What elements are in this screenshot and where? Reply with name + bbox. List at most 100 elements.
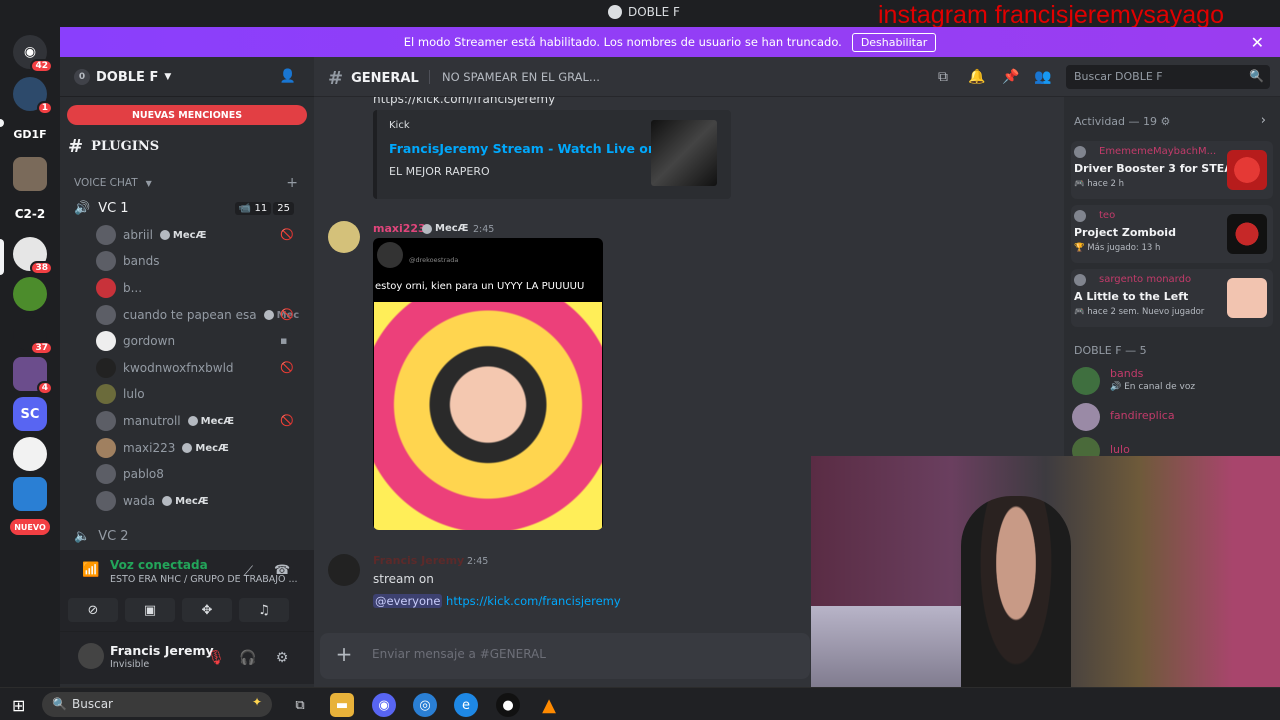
taskbar-search[interactable]: 🔍 Buscar ✦ (42, 692, 272, 717)
embed-description: EL MEJOR RAPERO (389, 165, 490, 178)
voice-status[interactable]: Voz conectada (110, 558, 208, 572)
voice-user[interactable]: b... (96, 276, 306, 300)
server-rail: ◉ 42 1 GD1F C2-2 38 37 4 SC NUEVO (0, 27, 60, 687)
voice-user[interactable]: abriil MecÆ 🚫 (96, 223, 306, 247)
message-link[interactable]: https://kick.com/francisjeremy (446, 594, 621, 608)
threads-icon[interactable]: ⧉ (934, 68, 952, 86)
voice-user[interactable]: wada MecÆ (96, 489, 306, 513)
chevron-right-icon[interactable]: › (1261, 113, 1266, 128)
voice-channel-vc2[interactable]: 🔈 VC 2 (74, 524, 314, 548)
avatar[interactable] (328, 554, 360, 586)
image-attachment[interactable]: @drekoestrada estoy orni, kien para un U… (373, 238, 603, 530)
server-icon[interactable]: C2-2 (13, 197, 47, 231)
avatar[interactable] (328, 221, 360, 253)
vlc-icon[interactable]: ▲ (537, 693, 561, 717)
message-content: @everyone https://kick.com/francisjeremy (373, 594, 621, 608)
server-icon[interactable]: 4 (13, 357, 53, 395)
activity-card[interactable]: sargento monardo A Little to the Left 🎮 … (1071, 269, 1273, 327)
disconnect-icon[interactable]: ☎ (274, 563, 290, 578)
server-icon[interactable]: 38 (13, 237, 53, 275)
voice-user[interactable]: maxi223 MecÆ (96, 436, 306, 460)
camera-icon: ▪ (280, 334, 288, 347)
signal-icon[interactable]: 📶 (82, 562, 99, 578)
everyone-mention[interactable]: @everyone (373, 594, 443, 608)
server-icon[interactable]: 37 (13, 317, 53, 355)
file-explorer-icon[interactable]: ▬ (330, 693, 354, 717)
voice-user[interactable]: lulo (96, 382, 306, 406)
edge-icon[interactable]: e (454, 693, 478, 717)
server-icon[interactable]: SC (13, 397, 47, 431)
add-attachment-icon[interactable]: + (334, 644, 354, 664)
members-icon[interactable]: 👥 (1034, 68, 1052, 86)
new-server-badge[interactable]: NUEVO (10, 519, 50, 535)
banner-text: El modo Streamer está habilitado. Los no… (403, 35, 842, 49)
voice-user[interactable]: manutroll MecÆ 🚫 (96, 409, 306, 433)
obs-icon[interactable]: ● (496, 693, 520, 717)
search-input[interactable]: Buscar DOBLE F 🔍 (1066, 65, 1270, 89)
server-icon[interactable] (13, 477, 47, 511)
soundboard-button[interactable]: ♫ (239, 598, 289, 622)
avatar (1072, 403, 1100, 431)
member-item[interactable]: bands 🔊 En canal de voz (1072, 367, 1272, 397)
embed-title[interactable]: FrancisJeremy Stream - Watch Live on Kic… (389, 141, 691, 156)
clan-tag: MecÆ (182, 443, 229, 454)
voice-user[interactable]: kwodnwoxfnxbwld 🚫 (96, 356, 306, 380)
channel-plugins[interactable]: # PLUGINS (68, 134, 308, 158)
new-mentions-button[interactable]: NUEVAS MENCIONES (67, 105, 307, 125)
game-art (1227, 214, 1267, 254)
server-badge: 4 (36, 381, 53, 395)
server-icon[interactable] (13, 437, 47, 471)
user-name[interactable]: Francis Jeremy (110, 643, 214, 658)
speaker-icon: 🔈 (74, 528, 91, 544)
app-icon[interactable]: ◎ (413, 693, 437, 717)
task-view-icon[interactable]: ⧉ (288, 693, 312, 717)
discord-icon: ◉ (23, 44, 37, 60)
guild-name: DOBLE F (96, 69, 159, 85)
clan-tag: MecÆ (187, 416, 234, 427)
clan-tag: MecÆ (422, 223, 469, 234)
windows-start-icon[interactable]: ⊞ (12, 696, 25, 715)
message-author[interactable]: maxi223 (373, 222, 426, 235)
camera-count: 📹 11 (234, 201, 272, 215)
embed-thumbnail[interactable] (651, 120, 717, 186)
add-friend-icon[interactable]: 👤 (280, 69, 296, 84)
server-icon[interactable]: GD1F (13, 117, 47, 151)
voice-user[interactable]: bands (96, 249, 306, 273)
discord-taskbar-icon[interactable]: ◉ (372, 693, 396, 717)
member-name: fandireplica (1110, 409, 1175, 422)
channel-topic[interactable]: NO SPAMEAR EN EL GRAL... (429, 70, 600, 84)
disable-streamer-button[interactable]: Deshabilitar (851, 32, 937, 52)
avatar[interactable] (78, 643, 104, 669)
camera-off-button[interactable]: ⊘ (68, 598, 118, 622)
voice-user[interactable]: pablo8 (96, 462, 306, 486)
add-channel-icon[interactable]: + (286, 175, 298, 191)
voice-channel-vc1[interactable]: 🔊 VC 1 📹 11 25 (74, 196, 314, 220)
activities-button[interactable]: ✥ (182, 598, 232, 622)
server-icon[interactable] (13, 157, 47, 191)
message-author[interactable]: Francis Jeremy (373, 554, 464, 567)
server-unread-pill (0, 119, 4, 127)
message-input[interactable] (372, 647, 792, 661)
noise-suppression-icon[interactable]: ⟋ (244, 564, 253, 579)
server-icon[interactable] (13, 277, 47, 311)
mic-muted-icon[interactable]: 🎙 (206, 648, 226, 668)
activity-card[interactable]: EmememeMaybachM... Driver Booster 3 for … (1071, 141, 1273, 199)
home-button[interactable]: ◉ 42 (13, 35, 53, 73)
guild-header[interactable]: 0 DOBLE F ▼ 👤 (60, 57, 314, 97)
voice-user[interactable]: gordown ▪ (96, 329, 306, 353)
pin-icon[interactable]: 📌 (1002, 68, 1020, 86)
server-badge: 37 (30, 341, 53, 355)
bell-icon[interactable]: 🔔 (968, 68, 986, 86)
member-item[interactable]: fandireplica (1072, 403, 1272, 433)
voice-category[interactable]: VOICE CHAT ▼ + (74, 171, 314, 195)
server-icon[interactable]: 1 (13, 77, 53, 115)
activity-card[interactable]: teo Project Zomboid 🏆 Más jugado: 13 h (1071, 205, 1273, 263)
avatar (96, 331, 116, 351)
gear-icon[interactable]: ⚙ (272, 648, 292, 668)
close-icon[interactable]: ✕ (1251, 33, 1264, 52)
headphones-icon[interactable]: 🎧 (238, 648, 258, 668)
message-link[interactable]: https://kick.com/francisjeremy (373, 97, 555, 106)
gear-icon[interactable]: ⚙ (1161, 115, 1171, 128)
voice-user[interactable]: cuando te papean esa Mec 🚫 (96, 303, 306, 327)
screen-share-button[interactable]: ▣ (125, 598, 175, 622)
